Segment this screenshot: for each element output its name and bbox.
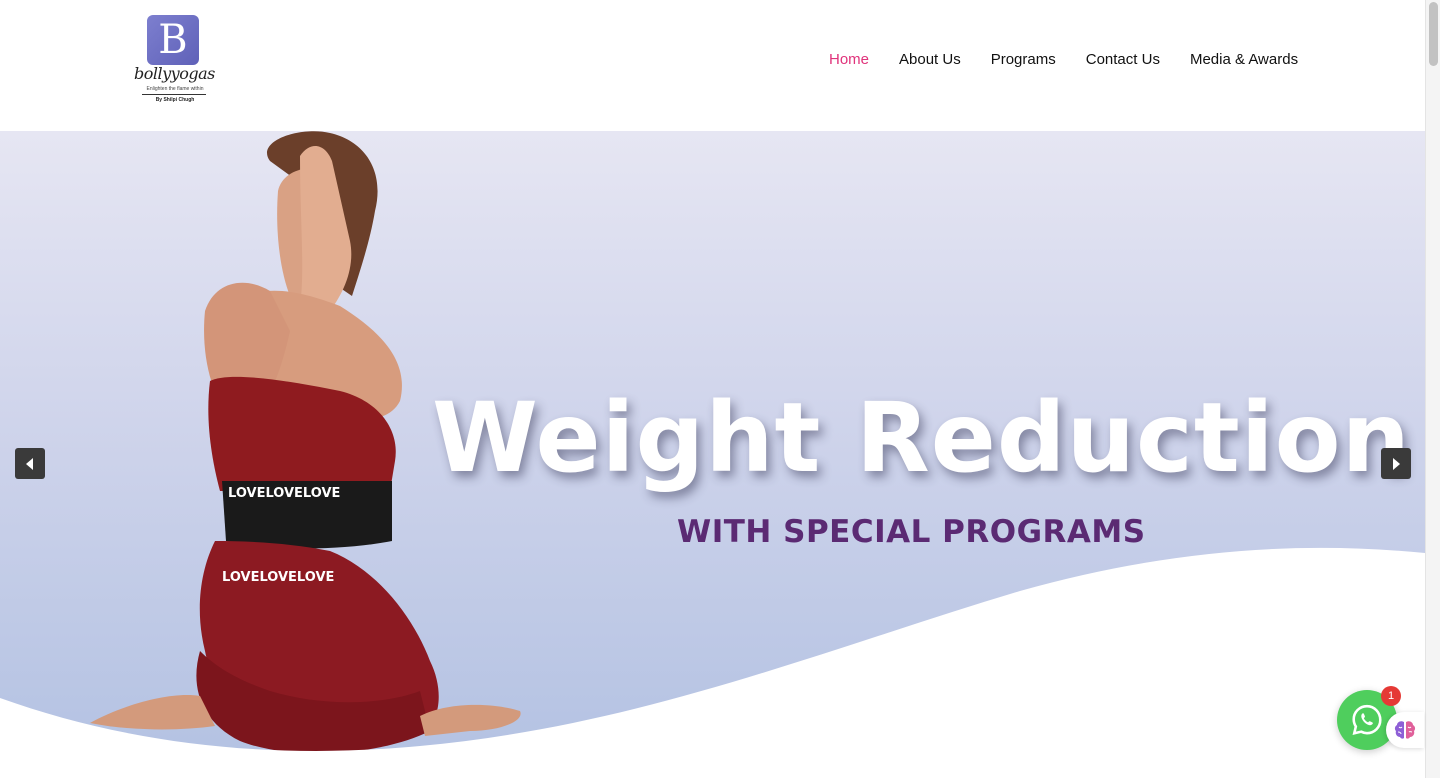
main-nav: Home About Us Programs Contact Us Media …: [829, 50, 1298, 70]
slider-prev-button[interactable]: [15, 448, 45, 479]
nav-item-programs[interactable]: Programs: [991, 50, 1056, 70]
whatsapp-icon: [1352, 704, 1382, 735]
brain-icon: [1394, 721, 1416, 739]
nav-item-contact-us[interactable]: Contact Us: [1086, 50, 1160, 70]
chevron-left-icon: [26, 457, 33, 470]
logo-name: bollyyogas: [134, 64, 215, 83]
nav-item-about-us[interactable]: About Us: [899, 50, 961, 70]
accessibility-widget-button[interactable]: [1386, 712, 1424, 748]
hero-slider: LOVELOVELOVE LOVELOVELOVE Weight Reducti…: [0, 131, 1425, 778]
nav-item-home[interactable]: Home: [829, 50, 869, 70]
logo-letter: B: [158, 17, 188, 63]
chevron-right-icon: [1393, 457, 1400, 470]
hero-subtitle: WITH SPECIAL PROGRAMS: [677, 514, 1146, 550]
logo-tagline: Enlighten the flame within: [146, 86, 204, 92]
site-header: B bollyyogas Enlighten the flame within …: [0, 0, 1425, 131]
nav-item-media-awards[interactable]: Media & Awards: [1190, 50, 1298, 70]
slider-next-button[interactable]: [1381, 448, 1411, 479]
site-logo[interactable]: B bollyyogas Enlighten the flame within …: [134, 14, 215, 108]
scrollbar-thumb[interactable]: [1429, 2, 1438, 66]
logo-badge: B: [147, 15, 199, 65]
notification-badge: 1: [1381, 686, 1401, 706]
hero-title: Weight Reduction: [432, 382, 1411, 494]
logo-byline: By Shilpi Chugh: [155, 97, 195, 103]
page-scrollbar[interactable]: [1425, 0, 1440, 778]
logo-divider: [142, 94, 206, 95]
